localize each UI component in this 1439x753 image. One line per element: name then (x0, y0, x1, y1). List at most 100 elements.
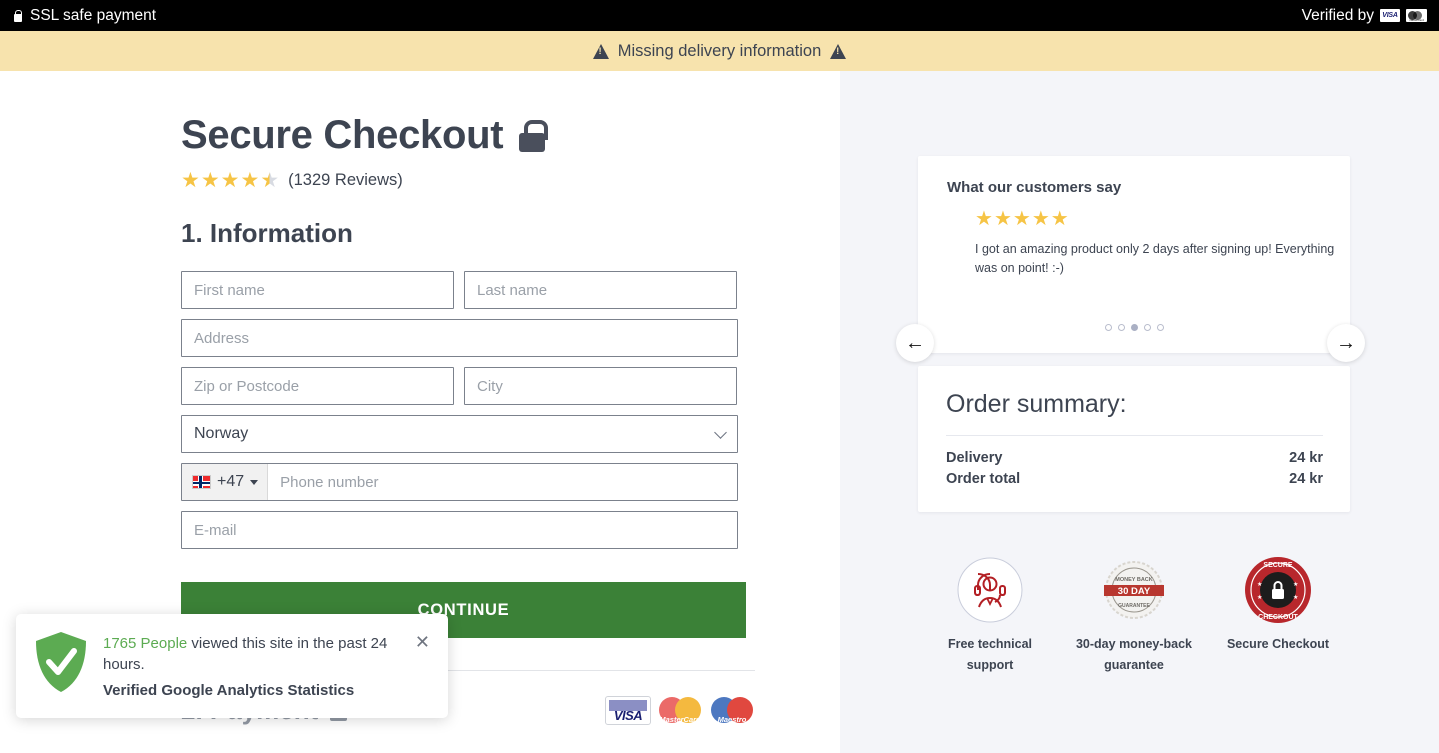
svg-text:★: ★ (1257, 581, 1262, 588)
toast-visitor-count: 1765 People (103, 634, 188, 652)
svg-text:GUARANTEE: GUARANTEE (1118, 603, 1150, 609)
toast-body: 1765 People viewed this site in the past… (103, 631, 390, 700)
checkout-form-column: Secure Checkout ★ ★ ★ ★ ★ (1329 Reviews)… (0, 71, 840, 753)
page-title-text: Secure Checkout (181, 113, 504, 157)
warning-banner-text: Missing delivery information (617, 41, 822, 60)
star-icon: ★ (1031, 208, 1050, 230)
summary-divider (946, 435, 1323, 436)
verified-by-group: Verified by VISA mastercard (1302, 7, 1427, 25)
testimonial-title: What our customers say (947, 179, 1122, 196)
summary-row-delivery: Delivery 24 kr (946, 450, 1323, 466)
carousel-dot[interactable] (1117, 324, 1125, 331)
missing-delivery-warning-banner: Missing delivery information (0, 31, 1439, 71)
accepted-cards: VISA MasterCard Maestro (605, 696, 755, 725)
name-row (181, 271, 738, 309)
carousel-dot[interactable] (1104, 324, 1112, 331)
star-icon: ★ (181, 169, 200, 192)
trust-badges: Free technical support MONEY BACK GUARAN… (918, 556, 1350, 675)
warning-triangle-icon (592, 43, 609, 59)
toast-subtitle: Verified Google Analytics Statistics (103, 682, 355, 699)
close-icon[interactable]: ✕ (405, 631, 432, 651)
zip-city-row (181, 367, 738, 405)
star-icon: ★ (200, 169, 220, 192)
top-security-bar: SSL safe payment Verified by VISA master… (0, 0, 1439, 31)
carousel-dot[interactable] (1156, 324, 1164, 331)
star-icon: ★ (1050, 208, 1069, 230)
toast-message: 1765 People viewed this site in the past… (103, 633, 390, 677)
norway-flag-icon (192, 475, 211, 489)
verified-by-label: Verified by (1301, 6, 1374, 24)
zip-postcode-input[interactable] (181, 367, 454, 405)
30-day-guarantee-icon: MONEY BACK GUARANTEE 30 DAY (1069, 556, 1199, 624)
warning-triangle-icon (830, 43, 847, 59)
headset-support-icon (925, 556, 1055, 624)
email-input[interactable] (181, 511, 738, 549)
visa-icon: VISA (1380, 9, 1400, 22)
summary-value: 24 kr (1289, 471, 1323, 487)
summary-row-total: Order total 24 kr (946, 471, 1323, 487)
phone-dial-code: +47 (217, 473, 245, 490)
star-icon: ★ (993, 208, 1012, 230)
trust-badge-caption: Secure Checkout (1226, 637, 1330, 651)
country-select-value: Norway (181, 415, 738, 453)
trust-badge-secure-checkout: SECURE CHECKOUT ★ ★ ★ ★ Secure Checkout (1213, 556, 1343, 655)
last-name-input[interactable] (464, 271, 737, 309)
svg-text:30 DAY: 30 DAY (1118, 586, 1151, 597)
address-row (181, 319, 738, 357)
ssl-safe-payment-label: SSL safe payment (30, 6, 157, 24)
social-proof-toast: 1765 People viewed this site in the past… (16, 613, 448, 718)
carousel-dot-active[interactable] (1130, 324, 1138, 331)
phone-field-group: +47 (181, 463, 738, 501)
svg-text:★: ★ (1293, 594, 1298, 601)
star-icon: ★ (240, 169, 260, 192)
svg-text:SECURE: SECURE (1263, 562, 1293, 569)
star-half-icon: ★ (260, 169, 280, 192)
svg-text:CHECKOUT: CHECKOUT (1258, 614, 1298, 621)
country-select[interactable]: Norway (181, 415, 738, 453)
order-summary-title: Order summary: (946, 390, 1127, 418)
secure-checkout-seal-icon: SECURE CHECKOUT ★ ★ ★ ★ (1213, 556, 1343, 624)
maestro-icon: Maestro (709, 696, 755, 725)
phone-country-selector[interactable]: +47 (182, 464, 269, 500)
lock-icon (519, 119, 549, 152)
summary-label: Delivery (946, 450, 1003, 466)
email-row (181, 511, 738, 549)
summary-value: 24 kr (1289, 450, 1323, 466)
mastercard-icon: mastercard (1406, 9, 1427, 22)
svg-text:MONEY BACK: MONEY BACK (1115, 577, 1153, 583)
address-input[interactable] (181, 319, 738, 357)
page-body: Secure Checkout ★ ★ ★ ★ ★ (1329 Reviews)… (0, 71, 1439, 753)
first-name-input[interactable] (181, 271, 454, 309)
information-section-heading: 1. Information (181, 218, 353, 248)
svg-text:★: ★ (1293, 581, 1298, 588)
carousel-dots (918, 324, 1350, 331)
star-rating: ★ ★ ★ ★ ★ (181, 170, 279, 191)
reviews-count-label: (1329 Reviews) (288, 171, 403, 189)
trust-badge-guarantee: MONEY BACK GUARANTEE 30 DAY 30-day money… (1069, 556, 1199, 675)
ssl-label-group: SSL safe payment (12, 7, 156, 25)
lock-icon (12, 9, 23, 22)
green-shield-check-icon (34, 631, 88, 693)
star-icon: ★ (975, 208, 993, 230)
visa-icon: VISA (605, 696, 651, 725)
star-icon: ★ (1012, 208, 1031, 230)
city-input[interactable] (464, 367, 737, 405)
rating-row: ★ ★ ★ ★ ★ (1329 Reviews) (181, 170, 840, 191)
summary-label: Order total (946, 471, 1021, 487)
phone-number-input[interactable] (268, 464, 737, 500)
testimonial-quote: I got an amazing product only 2 days aft… (975, 242, 1335, 276)
sidebar-column: ← → What our customers say ★ ★ ★ ★ ★ I g… (840, 71, 1439, 753)
order-summary-card: Order summary: Delivery 24 kr Order tota… (918, 366, 1350, 512)
carousel-dot[interactable] (1143, 324, 1151, 331)
carousel-next-button[interactable]: → (1327, 324, 1365, 362)
testimonial-card: What our customers say ★ ★ ★ ★ ★ I got a… (918, 156, 1350, 353)
testimonial-star-rating: ★ ★ ★ ★ ★ (975, 209, 1322, 229)
page-title: Secure Checkout (181, 113, 840, 158)
mastercard-icon: MasterCard (657, 696, 703, 725)
carousel-prev-button[interactable]: ← (896, 324, 934, 362)
trust-badge-caption: Free technical support (947, 637, 1033, 672)
trust-badge-caption: 30-day money-back guarantee (1075, 637, 1193, 672)
trust-badge-support: Free technical support (925, 556, 1055, 675)
chevron-down-icon (250, 479, 259, 485)
svg-text:★: ★ (1257, 594, 1262, 601)
